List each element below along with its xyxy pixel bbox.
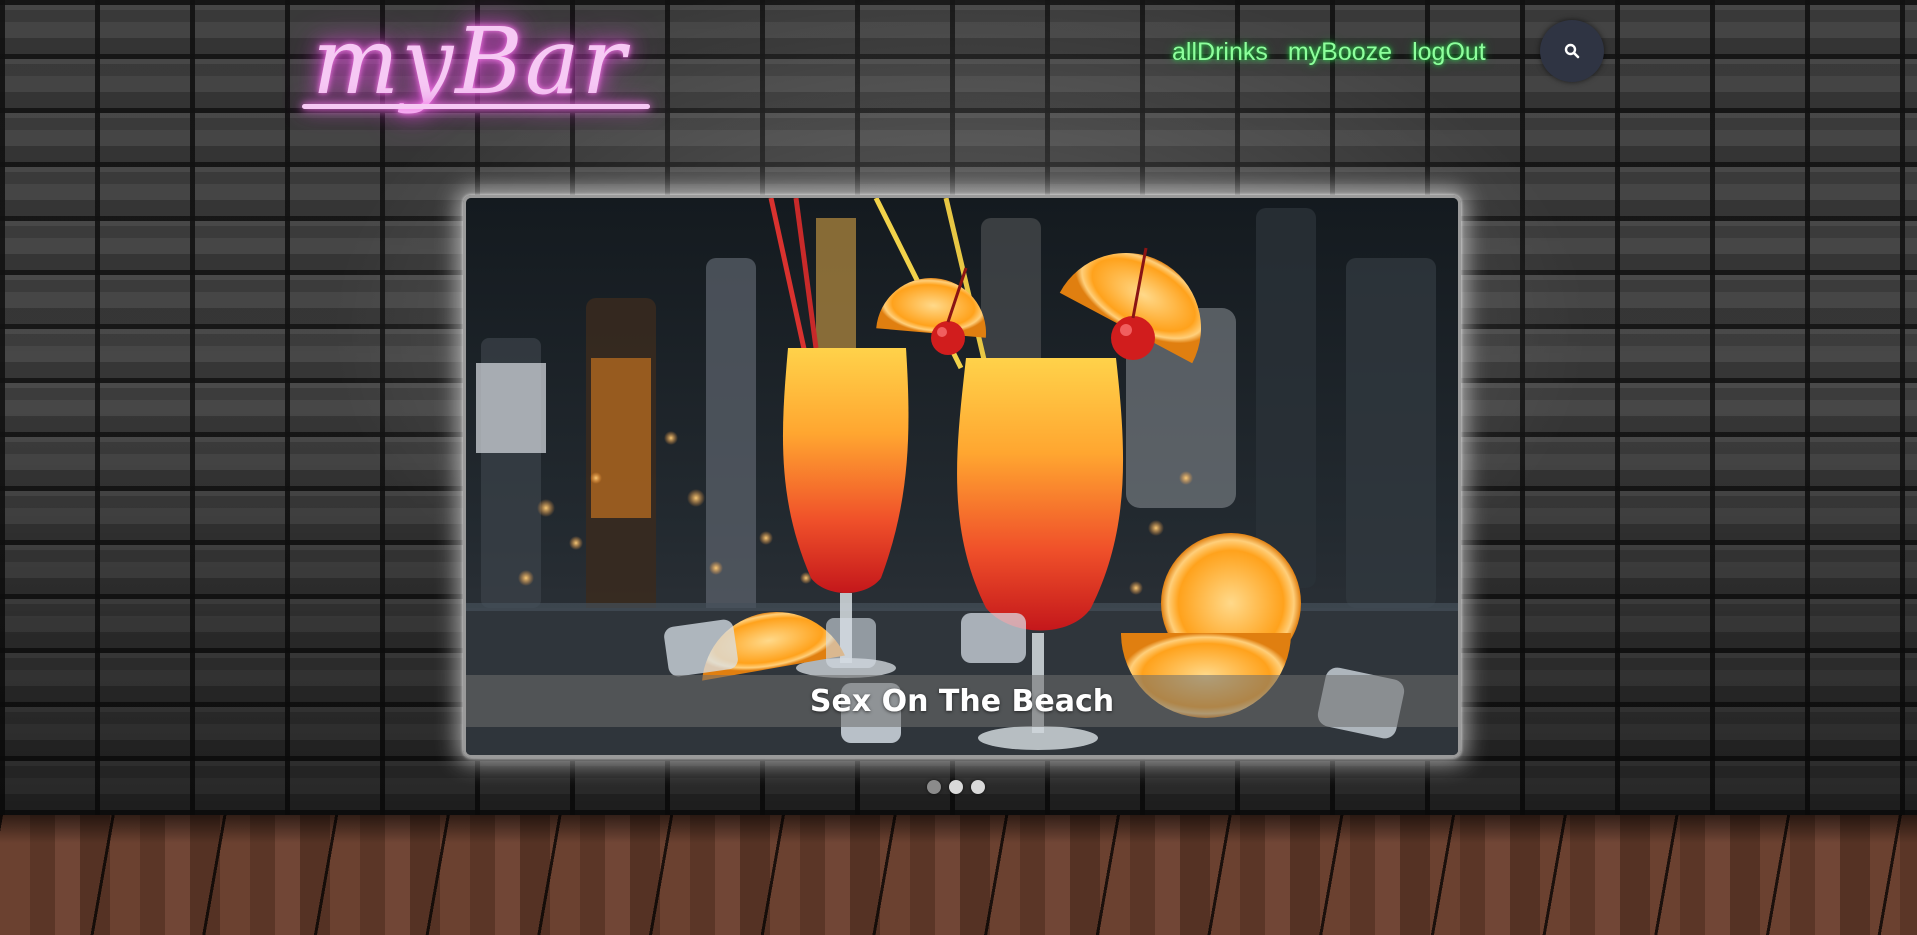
search-button[interactable]: [1540, 20, 1604, 82]
wood-floor-background: [0, 815, 1917, 935]
site-logo[interactable]: myBar: [300, 8, 680, 128]
nav-link-log-out[interactable]: logOut: [1412, 38, 1486, 67]
slide-caption-bar: Sex On The Beach: [466, 675, 1458, 727]
nav-link-my-booze[interactable]: myBooze: [1288, 38, 1392, 67]
slide-caption: Sex On The Beach: [809, 683, 1115, 719]
logo-underline: [302, 104, 650, 109]
drink-carousel[interactable]: Sex On The Beach: [463, 195, 1461, 758]
carousel-indicator-1[interactable]: [927, 780, 941, 794]
main-nav: allDrinks myBooze logOut: [1172, 32, 1486, 72]
carousel-indicator-3[interactable]: [971, 780, 985, 794]
nav-link-all-drinks[interactable]: allDrinks: [1172, 38, 1268, 67]
carousel-indicators: [927, 780, 985, 794]
page-background: myBar allDrinks myBooze logOut Sex On Th…: [0, 0, 1917, 935]
search-icon: [1564, 43, 1580, 59]
carousel-indicator-2[interactable]: [949, 780, 963, 794]
slide-image: [466, 198, 1458, 755]
